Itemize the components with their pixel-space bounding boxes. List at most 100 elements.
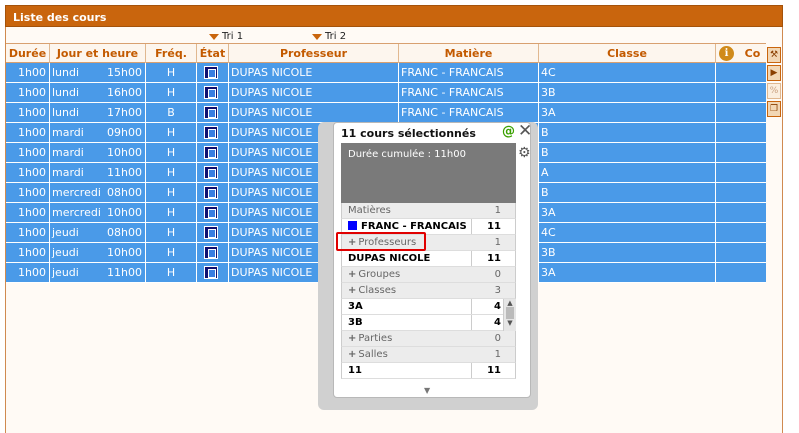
col-etat[interactable]: État — [197, 44, 229, 63]
cell-freq: H — [146, 143, 197, 162]
highlight-box — [336, 232, 426, 251]
group-count: 1 — [494, 237, 501, 248]
cell-duree: 1h00 — [6, 123, 50, 142]
expand-icon[interactable]: + — [348, 349, 356, 360]
cell-jour-heure: lundi 16h00 — [50, 83, 146, 102]
sort-row: Tri 1 Tri 2 — [6, 31, 782, 43]
cell-jour: mercredi — [52, 206, 101, 219]
group-count: 0 — [494, 269, 501, 280]
group-label: Parties — [358, 333, 393, 344]
sort-tri2-label: Tri 2 — [325, 31, 347, 42]
table-row[interactable]: 1h00 lundi 17h00 B DUPAS NICOLE FRANC - F… — [6, 103, 766, 123]
expand-icon[interactable]: + — [348, 333, 356, 344]
table-row[interactable]: 1h00 lundi 15h00 H DUPAS NICOLE FRANC - F… — [6, 63, 766, 83]
cell-jour: jeudi — [52, 266, 79, 279]
cell-jour-heure: mardi 10h00 — [50, 143, 146, 162]
col-professeur[interactable]: Professeur — [229, 44, 399, 63]
cell-jour: mardi — [52, 146, 84, 159]
cell-jour-heure: lundi 17h00 — [50, 103, 146, 122]
cell-heure: 10h00 — [107, 146, 142, 159]
cell-classe: A — [539, 163, 716, 182]
cell-duree: 1h00 — [6, 63, 50, 82]
sort-tri2[interactable]: Tri 2 — [312, 31, 346, 42]
cell-jour: lundi — [52, 66, 80, 79]
gear-icon[interactable]: ⚙ — [518, 145, 531, 161]
sort-icon[interactable]: % — [767, 83, 781, 99]
cell-jour-heure: mardi 09h00 — [50, 123, 146, 142]
group-matieres[interactable]: Matières 1 — [341, 203, 516, 219]
popup-title: 11 cours sélectionnés — [341, 127, 476, 140]
item-count: 11 — [471, 363, 515, 378]
cell-jour-heure: jeudi 08h00 — [50, 223, 146, 242]
cell-jour: jeudi — [52, 246, 79, 259]
etat-icon — [204, 66, 218, 79]
expand-icon[interactable]: + — [348, 269, 356, 280]
list-item[interactable]: DUPAS NICOLE 11 — [341, 251, 516, 267]
cell-duree: 1h00 — [6, 203, 50, 222]
list-item[interactable]: 3A 4 — [341, 299, 516, 315]
wrench-icon[interactable]: ⚒ — [767, 47, 781, 63]
sort-tri1[interactable]: Tri 1 — [209, 31, 243, 42]
copy-icon[interactable]: ❐ — [767, 101, 781, 117]
resize-grip-icon[interactable]: ▼ — [424, 386, 430, 395]
table-row[interactable]: 1h00 lundi 16h00 H DUPAS NICOLE FRANC - F… — [6, 83, 766, 103]
cell-freq: H — [146, 83, 197, 102]
cell-classe: B — [539, 123, 716, 142]
cell-classe: 4C — [539, 223, 716, 242]
email-icon[interactable]: @ — [502, 124, 515, 139]
scroll-up-icon[interactable]: ▲ — [504, 299, 516, 307]
selection-popup: 11 cours sélectionnés @ ✕ ⚙ Durée cumulé… — [333, 121, 532, 398]
cell-heure: 08h00 — [107, 226, 142, 239]
close-icon[interactable]: ✕ — [518, 121, 532, 141]
scroll-down-icon[interactable]: ▼ — [504, 319, 516, 327]
scrollbar[interactable]: ▲ ▼ — [503, 299, 516, 331]
cell-etat — [197, 143, 229, 162]
arrow-right-icon[interactable]: ▶ — [767, 65, 781, 81]
group-parties[interactable]: + Parties 0 — [341, 331, 516, 347]
cell-heure: 11h00 — [107, 266, 142, 279]
cell-freq: H — [146, 243, 197, 262]
group-label: Groupes — [358, 269, 401, 280]
cell-etat — [197, 63, 229, 82]
cell-jour-heure: jeudi 11h00 — [50, 263, 146, 282]
scroll-thumb[interactable] — [506, 307, 514, 319]
etat-icon — [204, 266, 218, 279]
col-duree[interactable]: Durée — [6, 44, 50, 63]
cell-etat — [197, 203, 229, 222]
cell-classe: 3B — [539, 243, 716, 262]
cell-jour: mardi — [52, 166, 84, 179]
info-icon[interactable]: i — [719, 46, 734, 61]
group-label: Salles — [358, 349, 388, 360]
expand-icon[interactable]: + — [348, 285, 356, 296]
etat-icon — [204, 226, 218, 239]
col-matiere[interactable]: Matière — [399, 44, 539, 63]
group-count: 3 — [494, 285, 501, 296]
cell-jour-heure: mardi 11h00 — [50, 163, 146, 182]
cell-matiere: FRANC - FRANCAIS — [399, 83, 539, 102]
cell-freq: H — [146, 163, 197, 182]
list-item[interactable]: 11 11 — [341, 363, 516, 379]
cell-professeur: DUPAS NICOLE — [229, 83, 399, 102]
cell-etat — [197, 103, 229, 122]
col-jour-heure[interactable]: Jour et heure — [50, 44, 146, 63]
group-salles[interactable]: + Salles 1 — [341, 347, 516, 363]
cell-classe: 4C — [539, 63, 716, 82]
col-co[interactable]: Co — [739, 44, 766, 63]
cell-duree: 1h00 — [6, 143, 50, 162]
cell-freq: H — [146, 63, 197, 82]
group-groupes[interactable]: + Groupes 0 — [341, 267, 516, 283]
col-freq[interactable]: Fréq. — [146, 44, 197, 63]
group-classes[interactable]: + Classes 3 — [341, 283, 516, 299]
sort-tri1-label: Tri 1 — [222, 31, 244, 42]
cell-classe: 3A — [539, 263, 716, 282]
item-label: DUPAS NICOLE — [348, 253, 431, 264]
cell-etat — [197, 243, 229, 262]
col-classe[interactable]: Classe — [539, 44, 716, 63]
item-label: 11 — [348, 365, 362, 376]
cell-jour: lundi — [52, 106, 80, 119]
cell-duree: 1h00 — [6, 103, 50, 122]
cell-heure: 09h00 — [107, 126, 142, 139]
list-item[interactable]: 3B 4 — [341, 315, 516, 331]
cell-classe: B — [539, 143, 716, 162]
window-title: Liste des cours — [5, 5, 783, 27]
